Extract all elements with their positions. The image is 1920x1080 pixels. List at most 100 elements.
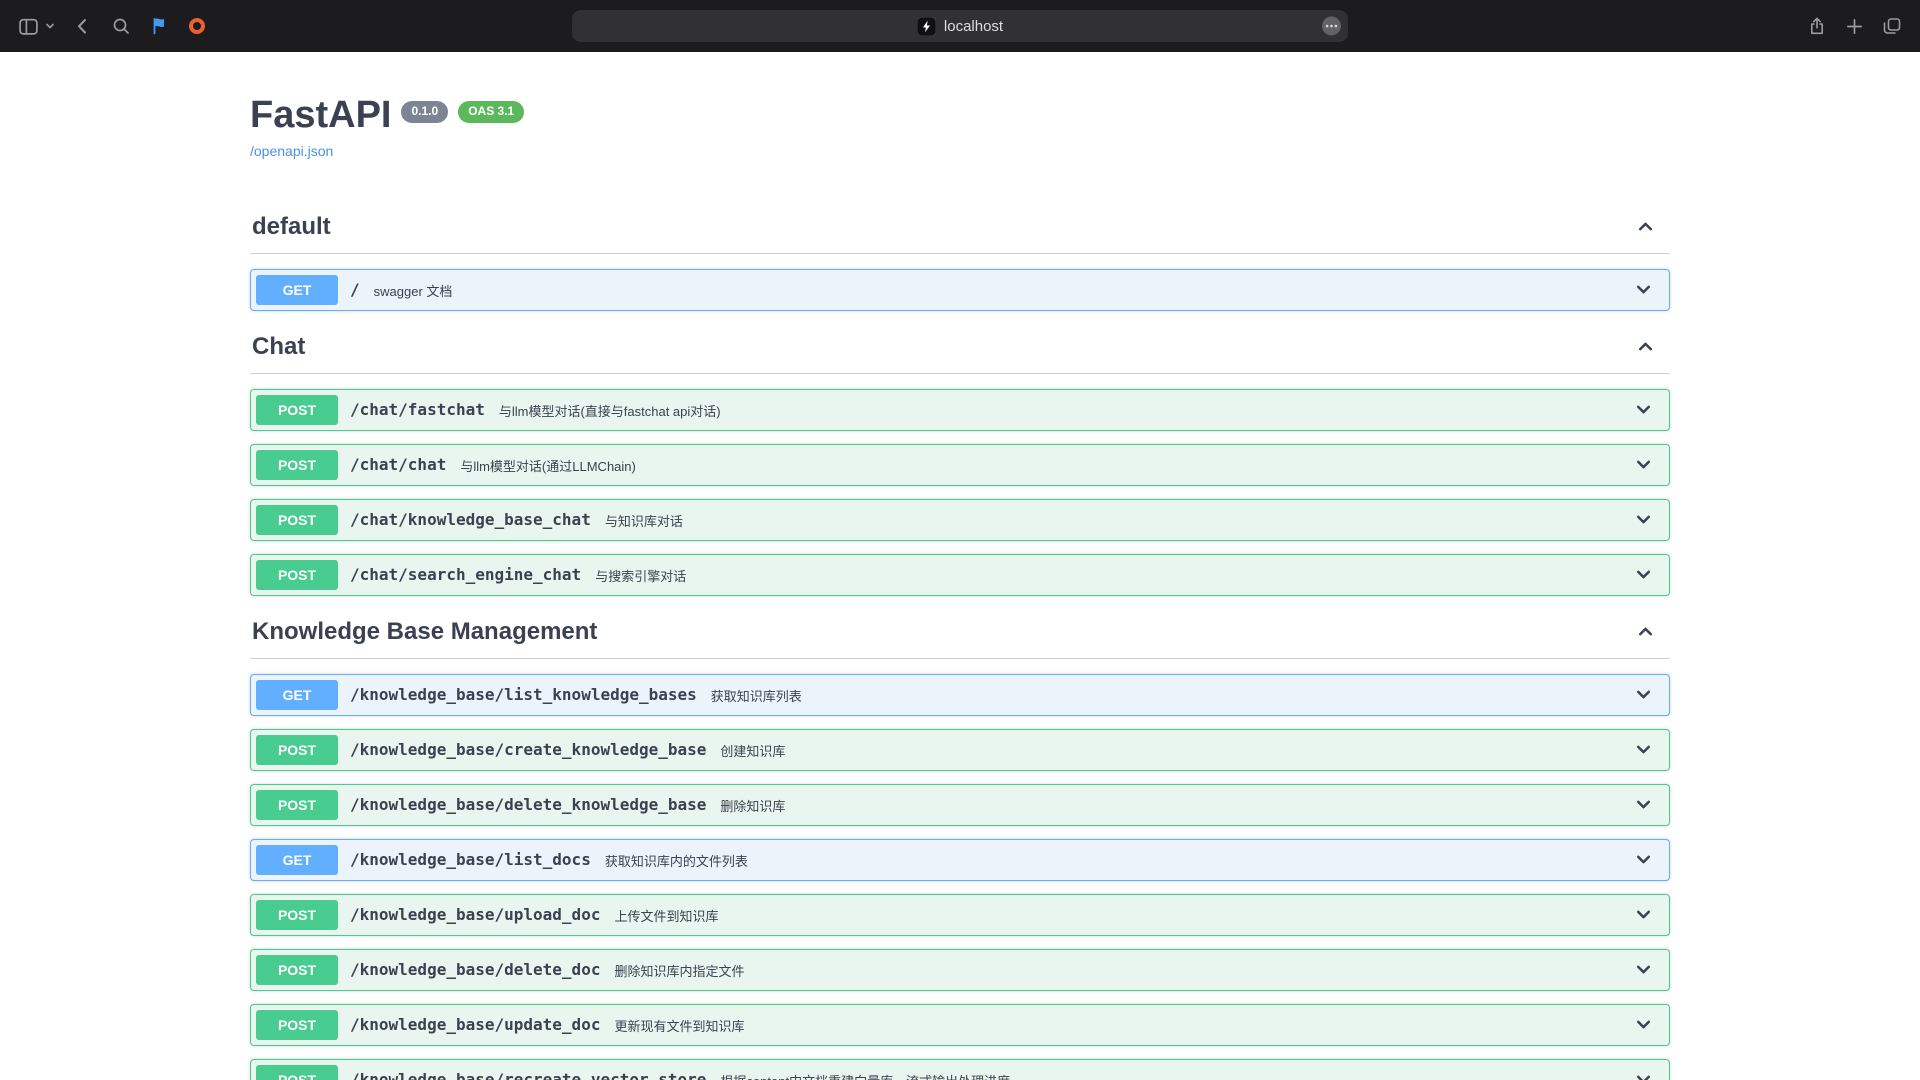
endpoint-path: / [350, 280, 360, 299]
endpoint-description: 与llm模型对话(通过LLMChain) [460, 454, 636, 475]
search-button[interactable] [111, 16, 131, 36]
chevron-down-icon [1633, 849, 1654, 870]
endpoint-expand-button[interactable] [1633, 794, 1654, 815]
chevron-down-icon [1633, 904, 1654, 925]
endpoint-path: /knowledge_base/update_doc [350, 1015, 600, 1034]
endpoint-row[interactable]: GET /knowledge_base/list_docs 获取知识库内的文件列… [250, 839, 1670, 881]
section-header[interactable]: default [250, 205, 1670, 254]
endpoint-expand-button[interactable] [1633, 454, 1654, 475]
endpoint-path: /chat/chat [350, 455, 446, 474]
chevron-down-icon [1633, 454, 1654, 475]
share-button[interactable] [1807, 16, 1827, 36]
endpoint-row[interactable]: POST /knowledge_base/recreate_vector_sto… [250, 1059, 1670, 1080]
endpoint-path: /chat/fastchat [350, 400, 485, 419]
api-section: Chat POST /chat/fastchat 与llm模型对话(直接与fas… [250, 325, 1670, 596]
sidebar-menu-button[interactable] [45, 21, 55, 31]
section-endpoints: GET / swagger 文档 [250, 269, 1670, 311]
chevron-up-icon [1635, 216, 1656, 237]
endpoint-row[interactable]: POST /knowledge_base/create_knowledge_ba… [250, 729, 1670, 771]
oas-badge: OAS 3.1 [458, 101, 524, 123]
endpoint-expand-button[interactable] [1633, 904, 1654, 925]
section-header[interactable]: Chat [250, 325, 1670, 374]
endpoint-path: /knowledge_base/create_knowledge_base [350, 740, 706, 759]
endpoint-row[interactable]: POST /chat/knowledge_base_chat 与知识库对话 [250, 499, 1670, 541]
endpoint-description: 获取知识库内的文件列表 [605, 849, 748, 870]
share-icon [1807, 16, 1827, 36]
orange-ring-icon [187, 16, 207, 36]
endpoint-expand-button[interactable] [1633, 959, 1654, 980]
tabs-icon [1882, 16, 1902, 36]
endpoint-expand-button[interactable] [1633, 849, 1654, 870]
chevron-down-icon [1633, 509, 1654, 530]
address-bar[interactable]: localhost [572, 10, 1348, 42]
endpoint-description: 根据content中文档重建向量库，流式输出处理进度。 [720, 1069, 1023, 1080]
chevron-up-icon [1635, 621, 1656, 642]
endpoint-expand-button[interactable] [1633, 684, 1654, 705]
api-section: default GET / swagger 文档 [250, 205, 1670, 311]
tab-overview-button[interactable] [1882, 16, 1902, 36]
browser-toolbar: localhost [0, 0, 1920, 52]
page-settings-button[interactable] [1321, 16, 1342, 37]
pinned-site-orange-button[interactable] [187, 16, 207, 36]
endpoint-row[interactable]: POST /knowledge_base/update_doc 更新现有文件到知… [250, 1004, 1670, 1046]
endpoint-path: /knowledge_base/recreate_vector_store [350, 1070, 706, 1080]
endpoint-description: 与知识库对话 [605, 509, 683, 530]
ellipsis-icon [1321, 16, 1342, 37]
endpoint-row[interactable]: POST /knowledge_base/delete_knowledge_ba… [250, 784, 1670, 826]
address-text: localhost [944, 18, 1003, 35]
endpoint-expand-button[interactable] [1633, 564, 1654, 585]
openapi-spec-link[interactable]: /openapi.json [250, 143, 333, 159]
endpoint-path: /chat/knowledge_base_chat [350, 510, 591, 529]
sidebar-toggle-button[interactable] [18, 16, 39, 37]
endpoint-expand-button[interactable] [1633, 1014, 1654, 1035]
section-collapse-button[interactable] [1635, 216, 1656, 237]
endpoint-method: POST [256, 790, 338, 820]
endpoint-expand-button[interactable] [1633, 279, 1654, 300]
pinned-site-blue-button[interactable] [149, 16, 169, 36]
endpoint-row[interactable]: POST /knowledge_base/upload_doc 上传文件到知识库 [250, 894, 1670, 936]
endpoint-method: POST [256, 955, 338, 985]
chevron-down-icon [1633, 739, 1654, 760]
section-endpoints: GET /knowledge_base/list_knowledge_bases… [250, 674, 1670, 1080]
endpoint-row[interactable]: GET /knowledge_base/list_knowledge_bases… [250, 674, 1670, 716]
endpoint-description: 与llm模型对话(直接与fastchat api对话) [499, 399, 721, 420]
chevron-down-icon [1633, 794, 1654, 815]
endpoint-description: 删除知识库内指定文件 [614, 959, 744, 980]
new-tab-button[interactable] [1845, 17, 1864, 36]
endpoint-row[interactable]: GET / swagger 文档 [250, 269, 1670, 311]
endpoint-method: POST [256, 450, 338, 480]
swagger-page: FastAPI 0.1.0 OAS 3.1 /openapi.json defa… [0, 94, 1920, 1080]
endpoint-expand-button[interactable] [1633, 739, 1654, 760]
endpoint-method: POST [256, 1010, 338, 1040]
endpoint-expand-button[interactable] [1633, 1069, 1654, 1080]
section-title: default [252, 213, 331, 241]
endpoint-row[interactable]: POST /chat/fastchat 与llm模型对话(直接与fastchat… [250, 389, 1670, 431]
api-section: Knowledge Base Management GET /knowledge… [250, 610, 1670, 1080]
api-title-row: FastAPI 0.1.0 OAS 3.1 [250, 94, 1670, 138]
endpoint-description: 上传文件到知识库 [614, 904, 718, 925]
endpoint-description: swagger 文档 [374, 279, 453, 300]
endpoint-method: POST [256, 395, 338, 425]
endpoint-description: 删除知识库 [720, 794, 785, 815]
chevron-down-icon [45, 21, 55, 31]
section-endpoints: POST /chat/fastchat 与llm模型对话(直接与fastchat… [250, 389, 1670, 596]
chevron-down-icon [1633, 279, 1654, 300]
section-collapse-button[interactable] [1635, 336, 1656, 357]
endpoint-expand-button[interactable] [1633, 399, 1654, 420]
back-icon [73, 16, 93, 36]
endpoint-row[interactable]: POST /chat/chat 与llm模型对话(通过LLMChain) [250, 444, 1670, 486]
endpoint-method: POST [256, 1065, 338, 1080]
endpoint-row[interactable]: POST /knowledge_base/delete_doc 删除知识库内指定… [250, 949, 1670, 991]
section-collapse-button[interactable] [1635, 621, 1656, 642]
back-button[interactable] [73, 16, 93, 36]
chevron-down-icon [1633, 1014, 1654, 1035]
endpoint-method: GET [256, 680, 338, 710]
version-badge: 0.1.0 [401, 101, 448, 123]
api-title: FastAPI [250, 94, 391, 138]
endpoint-expand-button[interactable] [1633, 509, 1654, 530]
endpoint-row[interactable]: POST /chat/search_engine_chat 与搜索引擎对话 [250, 554, 1670, 596]
section-header[interactable]: Knowledge Base Management [250, 610, 1670, 659]
api-info: FastAPI 0.1.0 OAS 3.1 /openapi.json [250, 94, 1670, 161]
chevron-down-icon [1633, 684, 1654, 705]
endpoint-path: /knowledge_base/list_docs [350, 850, 591, 869]
